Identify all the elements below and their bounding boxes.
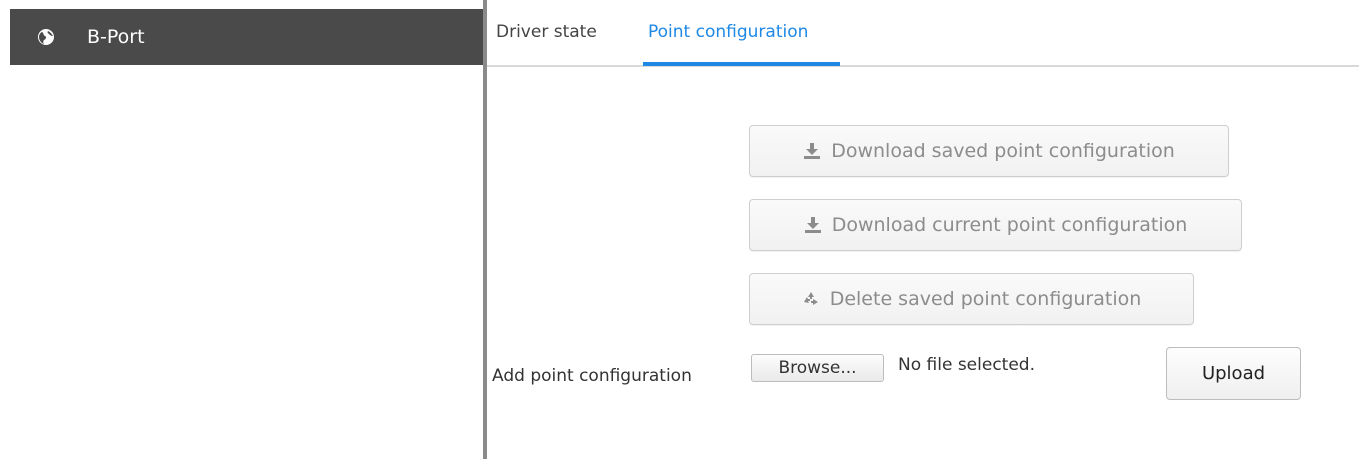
sidebar: B-Port (0, 0, 483, 459)
globe-icon (37, 28, 55, 46)
delete-saved-config-button[interactable]: Delete saved point configuration (749, 273, 1194, 325)
download-saved-config-label: Download saved point configuration (831, 140, 1175, 162)
upload-button[interactable]: Upload (1166, 347, 1301, 400)
download-saved-config-button[interactable]: Download saved point configuration (749, 125, 1229, 177)
add-point-configuration-label: Add point configuration (492, 366, 692, 386)
sidebar-item-label: B-Port (87, 26, 145, 48)
download-icon (804, 216, 822, 234)
tab-bar: Driver state Point configuration (487, 0, 1359, 67)
tab-driver-state[interactable]: Driver state (496, 22, 597, 42)
download-current-config-button[interactable]: Download current point configuration (749, 199, 1242, 251)
delete-saved-config-label: Delete saved point configuration (829, 288, 1142, 310)
app-frame: B-Port Driver state Point configuration … (0, 0, 1359, 459)
main-panel: Driver state Point configuration Downloa… (487, 0, 1359, 459)
download-current-config-label: Download current point configuration (831, 214, 1188, 236)
recycle-icon (802, 290, 820, 308)
tab-point-configuration[interactable]: Point configuration (648, 22, 808, 42)
active-tab-indicator (643, 62, 840, 66)
browse-button[interactable]: Browse... (751, 354, 884, 382)
sidebar-item-b-port[interactable]: B-Port (10, 9, 483, 65)
file-status-text: No file selected. (898, 355, 1035, 375)
download-icon (803, 142, 821, 160)
